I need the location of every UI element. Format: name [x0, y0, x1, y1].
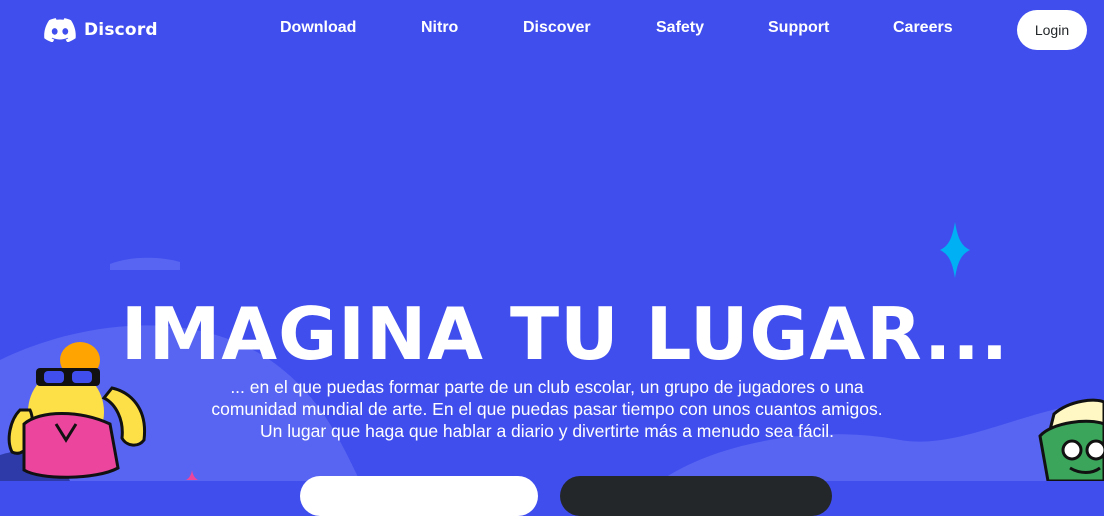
discord-logo-icon [44, 18, 76, 42]
sparkle-icon [940, 222, 970, 278]
nav-link-careers[interactable]: Careers [893, 19, 953, 37]
download-button-partial[interactable] [300, 476, 538, 516]
hero-description-line: comunidad mundial de arte. En el que pue… [211, 399, 883, 419]
hero-description: ... en el que puedas formar parte de un … [180, 376, 914, 442]
login-button[interactable]: Login [1017, 10, 1087, 50]
discord-wordmark: Discord [84, 20, 158, 40]
hero-description-line: ... en el que puedas formar parte de un … [230, 377, 864, 397]
left-cloud [110, 257, 180, 270]
discord-logo[interactable]: Discord [44, 17, 158, 43]
nav-link-discover[interactable]: Discover [523, 19, 591, 37]
nav-link-nitro[interactable]: Nitro [421, 19, 458, 37]
hero-title: IMAGINA TU LUGAR... [120, 292, 1010, 377]
nav-link-download[interactable]: Download [280, 19, 356, 37]
hero-description-line: Un lugar que haga que hablar a diario y … [260, 421, 834, 441]
nav-link-safety[interactable]: Safety [656, 19, 704, 37]
nav-link-support[interactable]: Support [768, 19, 829, 37]
top-navigation: Discord Download Nitro Discover Safety S… [0, 0, 1104, 58]
open-in-browser-button-partial[interactable] [560, 476, 832, 516]
